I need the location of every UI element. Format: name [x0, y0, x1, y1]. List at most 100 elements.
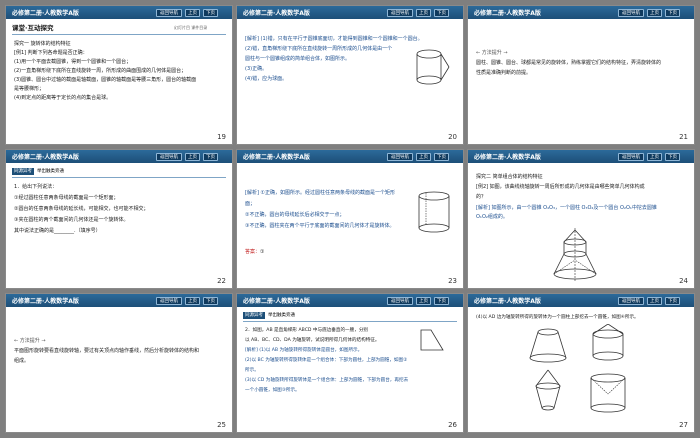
slide-text-line: [例1] 判断下列各命题是否正确： [14, 50, 88, 56]
page-number: 23 [448, 277, 457, 285]
section-title: 课堂·互动探究 [12, 24, 54, 32]
cylinder-cone-figure [416, 49, 450, 85]
prev-page-button[interactable]: 上页 [416, 153, 431, 161]
slide-header-title: 必修第二册·人教数学A版 [243, 10, 310, 17]
slide-text-line: (2)一直角梯形绕下底所在直线旋转一周，所形成的曲面围成的几何体是圆台； [14, 68, 187, 74]
slide-text-line: 性质是准确判断的前提。 [476, 70, 532, 76]
divider [12, 34, 226, 35]
next-page-button[interactable]: 下页 [434, 153, 449, 161]
slide-header: 必修第二册·人教数学A版 返回导航 上页 下页 [237, 150, 463, 163]
slide-header: 必修第二册·人教数学A版 返回导航 上页 下页 [6, 294, 232, 307]
slide-text-line: 探究一 旋转体的结构特征 [14, 41, 71, 47]
tag-note: 举出触类旁通 [37, 169, 64, 174]
slide-header: 必修第二册·人教数学A版 返回导航 上页 下页 [468, 294, 694, 307]
divider [243, 321, 457, 322]
slide-text-line: ← 方法提升 → [476, 50, 508, 56]
slide-header-title: 必修第二册·人教数学A版 [474, 298, 541, 305]
slide-23[interactable]: 必修第二册·人教数学A版 返回导航 上页 下页 [解析] ①正确，如图所示。经过圆柱任意… [236, 149, 464, 289]
slide-header: 必修第二册·人教数学A版 返回导航 上页 下页 [237, 294, 463, 307]
return-nav-button[interactable]: 返回导航 [618, 297, 644, 305]
page-number: 21 [679, 133, 688, 141]
slide-text-line: ①经过圆柱任意两条母线的截面是一个矩形面； [14, 195, 119, 201]
slide-text-line: 1．给出下列说法： [14, 184, 58, 190]
return-nav-button[interactable]: 返回导航 [387, 153, 413, 161]
return-nav-button[interactable]: 返回导航 [156, 9, 182, 17]
slide-header: 必修第二册·人教数学A版 返回导航 上页 下页 [468, 150, 694, 163]
slide-header-title: 必修第二册·人教数学A版 [12, 154, 79, 161]
section-subtitle: 幻灯片目 课件目录 [174, 25, 208, 30]
tag-row: 同源异考 举出触类旁通 [12, 168, 64, 175]
next-page-button[interactable]: 下页 [665, 153, 680, 161]
divider [12, 177, 226, 178]
tag-row: 同源异考 举出触类旁通 [243, 312, 295, 319]
slide-20[interactable]: 必修第二册·人教数学A版 返回导航 上页 下页 [解析] (1)错，只有在平行于圆锥底面… [236, 5, 464, 145]
slide-header-title: 必修第二册·人教数学A版 [12, 10, 79, 17]
answer-value: ① [260, 249, 265, 255]
prev-page-button[interactable]: 上页 [185, 297, 200, 305]
next-page-button[interactable]: 下页 [434, 297, 449, 305]
slide-text-line: (2)以 BC 为轴旋转所得旋转体是一个组合体：下部为圆柱，上部为圆锥，如图② [245, 358, 408, 363]
slide-27[interactable]: 必修第二册·人教数学A版 返回导航 上页 下页 (4)以 AD 边为轴旋转所得的旋转体为… [467, 293, 695, 433]
next-page-button[interactable]: 下页 [665, 9, 680, 17]
slide-thumbnail-grid: 必修第二册·人教数学A版 返回导航 上页 下页 课堂·互动探究 幻灯片目 课件目录 探究一 … [0, 0, 700, 438]
slide-header-title: 必修第二册·人教数学A版 [474, 154, 541, 161]
slide-text-line: ②圆台的任意两条母线的延长线，可能相交，也可能不相交； [14, 206, 149, 212]
slide-text-line: (3)圆锥、圆台中过轴的截面是轴截面，圆锥的轴截面是等腰三角形，圆台的轴截面 [14, 77, 197, 83]
prev-page-button[interactable]: 上页 [647, 9, 662, 17]
slide-25[interactable]: 必修第二册·人教数学A版 返回导航 上页 下页 ← 方法提升 → 平面图形旋转要看直线旋转… [5, 293, 233, 433]
slide-text-line: (3)以 CD 为轴旋转所得旋转体是一个组合体：上部为圆锥，下部为圆台，再挖去 [245, 378, 409, 383]
slide-text-line: ← 方法提升 → [14, 338, 46, 344]
next-page-button[interactable]: 下页 [203, 297, 218, 305]
slide-text-line: 是等腰梯形； [14, 86, 45, 92]
prev-page-button[interactable]: 上页 [185, 9, 200, 17]
slide-header: 必修第二册·人教数学A版 返回导航 上页 下页 [237, 6, 463, 19]
next-page-button[interactable]: 下页 [665, 297, 680, 305]
slide-text-line: (1)用一个平面去截圆锥，得到一个圆锥和一个圆台； [14, 59, 132, 65]
solution-line: O₁O₂组成的。 [476, 214, 508, 220]
slide-text-line: [解析] (1)错，只有在平行于圆锥底面切，才能得到圆锥和一个圆锥和一个圆台。 [245, 36, 423, 42]
slide-text-line: 圆柱、圆锥、圆台、球都是常见的旋转体，熟练掌握它们的结构特征，弄清旋转体的 [476, 60, 662, 66]
slide-text-line: (4)以 AD 边为轴旋转所得的旋转体为一个圆柱上部挖去一个圆锥，如图④所示。 [476, 315, 639, 320]
page-number: 19 [217, 133, 226, 141]
slide-21[interactable]: 必修第二册·人教数学A版 返回导航 上页 下页 ← 方法提升 → 圆柱、圆锥、圆台、球都是… [467, 5, 695, 145]
next-page-button[interactable]: 下页 [434, 9, 449, 17]
slide-header: 必修第二册·人教数学A版 返回导航 上页 下页 [6, 150, 232, 163]
cylinder-figure [418, 191, 450, 233]
slide-22[interactable]: 必修第二册·人教数学A版 返回导航 上页 下页同源异考 举出触类旁通 1．给出下列说法： ①… [5, 149, 233, 289]
return-nav-button[interactable]: 返回导航 [156, 297, 182, 305]
slide-header-title: 必修第二册·人教数学A版 [12, 298, 79, 305]
rotation-solids-figure [529, 324, 626, 413]
slide-header-title: 必修第二册·人教数学A版 [474, 10, 541, 17]
slide-text-line: 其中说法正确的是________.（填序号） [14, 228, 101, 234]
slide-text-line: 组成。 [14, 358, 30, 364]
slide-text-line: [例2] 如图，该曲线绕轴旋转一周后所形成的几何体是由哪些简单几何体构成 [476, 184, 645, 190]
tag-note: 举出触类旁通 [268, 313, 295, 318]
slide-text-line: 一个小圆锥，如图③所示。 [245, 388, 300, 393]
page-number: 26 [448, 421, 457, 429]
next-page-button[interactable]: 下页 [203, 153, 218, 161]
slide-header: 必修第二册·人教数学A版 返回导航 上页 下页 [6, 6, 232, 19]
prev-page-button[interactable]: 上页 [647, 297, 662, 305]
slide-text-line: 的？ [476, 194, 487, 200]
return-nav-button[interactable]: 返回导航 [387, 297, 413, 305]
return-nav-button[interactable]: 返回导航 [618, 9, 644, 17]
slide-header-title: 必修第二册·人教数学A版 [243, 298, 310, 305]
prev-page-button[interactable]: 上页 [416, 9, 431, 17]
tag-badge: 同源异考 [243, 312, 265, 319]
slide-header-title: 必修第二册·人教数学A版 [243, 154, 310, 161]
return-nav-button[interactable]: 返回导航 [387, 9, 413, 17]
page-number: 27 [679, 421, 688, 429]
slide-19[interactable]: 必修第二册·人教数学A版 返回导航 上页 下页课堂·互动探究 幻灯片目 课件目录探究一 … [5, 5, 233, 145]
answer-label: 答案： [245, 249, 261, 255]
trapezoid-figure [420, 329, 444, 351]
return-nav-button[interactable]: 返回导航 [156, 153, 182, 161]
prev-page-button[interactable]: 上页 [416, 297, 431, 305]
slide-24[interactable]: 必修第二册·人教数学A版 返回导航 上页 下页 探究二 简单组合体的结构特征 [例2] 如… [467, 149, 695, 289]
prev-page-button[interactable]: 上页 [647, 153, 662, 161]
next-page-button[interactable]: 下页 [203, 9, 218, 17]
slide-26[interactable]: 必修第二册·人教数学A版 返回导航 上页 下页 同源异考 举出触类旁通 2．如图，AB 是直… [236, 293, 464, 433]
page-number: 22 [217, 277, 226, 285]
return-nav-button[interactable]: 返回导航 [618, 153, 644, 161]
slide-text-line: (4)到定点的距离等于定长的点的集合是球。 [14, 95, 112, 101]
prev-page-button[interactable]: 上页 [185, 153, 200, 161]
